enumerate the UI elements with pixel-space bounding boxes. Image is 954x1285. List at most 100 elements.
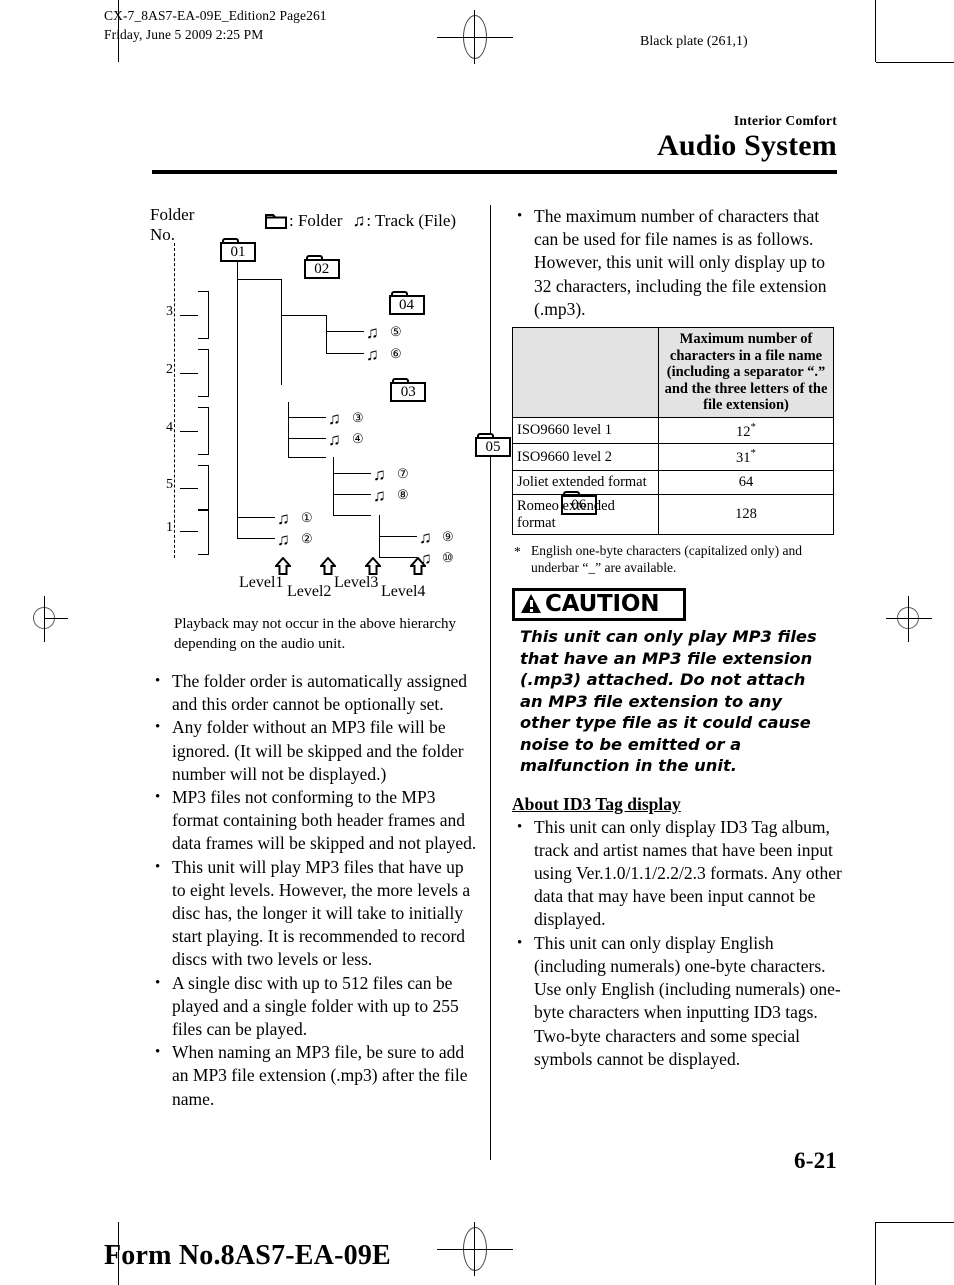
list-item: This unit can only display ID3 Tag album… — [512, 816, 842, 932]
print-timestamp: Friday, June 5 2009 2:25 PM — [104, 27, 264, 42]
tree-link-05-t8 — [333, 494, 371, 495]
table-cell-value: 31* — [658, 443, 834, 472]
folder-04: 04 — [388, 291, 425, 315]
folder-no-bracket-3 — [198, 291, 209, 339]
folder-number-4: 4 — [166, 420, 173, 435]
table-cell-label: ISO9660 level 1 — [512, 416, 659, 445]
folder-no-bracket-2 — [198, 349, 209, 397]
folder-icon-legend — [265, 212, 287, 234]
folder-no-tick-2 — [180, 373, 198, 374]
folder-01: 01 — [220, 238, 256, 262]
page-number: 6-21 — [794, 1148, 837, 1173]
footnote-star: * — [750, 447, 757, 460]
caution-label: CAUTION — [545, 591, 660, 618]
tree-trunk-03 — [288, 402, 289, 457]
folder-hierarchy-diagram: Folder No. : Folder ♫: Track (File) 3 2 … — [150, 205, 597, 575]
folder-03: 03 — [390, 378, 427, 402]
track-note-5-icon: ♫ — [366, 323, 379, 342]
section-label: Interior Comfort — [733, 113, 837, 128]
diagram-caption: Playback may not occur in the above hier… — [174, 616, 456, 652]
table-row: ISO9660 level 2 31* — [512, 443, 834, 472]
column-divider — [490, 205, 491, 1160]
form-number: Form No.8AS7-EA-09E — [104, 1240, 391, 1271]
list-item: MP3 files not conforming to the MP3 form… — [150, 786, 480, 856]
track-note-8-icon: ♫ — [373, 486, 386, 505]
track-number-2: ② — [301, 531, 313, 546]
level4-label: Level4 — [381, 583, 426, 600]
footnote-marker: * — [514, 544, 521, 560]
track-number-7: ⑦ — [397, 466, 409, 481]
tree-link-03-t3 — [288, 417, 326, 418]
track-note-4-icon: ♫ — [328, 430, 341, 449]
list-item: This unit will play MP3 files that have … — [150, 856, 480, 972]
tree-link-06-t9 — [379, 536, 417, 537]
diagram-legend: : Folder ♫: Track (File) — [265, 211, 456, 234]
track-number-3: ③ — [352, 410, 364, 425]
registration-cross-top — [437, 10, 513, 64]
level-labels: Level1 Level2 Level3 Level4 — [150, 574, 480, 601]
warning-triangle-icon — [521, 594, 541, 614]
crop-line-top-right — [875, 0, 876, 62]
crop-line-top-left — [118, 0, 119, 62]
list-item: A single disc with up to 512 files can b… — [150, 972, 480, 1042]
id3-bullet-list: This unit can only display ID3 Tag album… — [512, 816, 842, 1071]
track-number-6: ⑥ — [390, 346, 402, 361]
track-number-4: ④ — [352, 431, 364, 446]
folder-no-tick-1 — [180, 531, 198, 532]
page-title: Audio System — [657, 129, 837, 162]
folder-number-3: 3 — [166, 304, 173, 319]
registration-mark-right — [886, 596, 932, 642]
table-cell-value: 12* — [658, 416, 834, 445]
tree-link-03-05 — [288, 457, 326, 458]
track-icon-legend: ♫ — [352, 211, 366, 230]
folder-no-bracket-5 — [198, 465, 209, 511]
caution-banner: CAUTION — [512, 588, 686, 622]
tree-link-01-t2 — [237, 538, 275, 539]
table-footnote: * English one-byte characters (capitalize… — [514, 543, 803, 576]
list-item: When naming an MP3 file, be sure to add … — [150, 1041, 480, 1111]
print-file-info: CX-7_8AS7-EA-09E_Edition2 Page261 Friday… — [104, 6, 327, 44]
table-header-row: Maximum number of characters in a file n… — [512, 327, 834, 418]
table-header-value: Maximum number of characters in a file n… — [658, 327, 834, 418]
track-note-3-icon: ♫ — [328, 409, 341, 428]
folder-no-label: Folder No. — [150, 205, 195, 244]
tree-link-02-04 — [281, 315, 326, 316]
track-number-9: ⑨ — [442, 529, 454, 544]
level2-label: Level2 — [287, 583, 332, 600]
tree-trunk-05 — [333, 457, 334, 515]
right-column: The maximum number of characters that ca… — [512, 205, 842, 1071]
crop-rule-top-right — [876, 62, 954, 63]
crop-line-bottom-right — [875, 1222, 876, 1285]
caution-text: This unit can only play MP3 files that h… — [520, 627, 817, 776]
black-plate-label: Black plate (261,1) — [640, 34, 748, 49]
tree-trunk-level2 — [281, 279, 282, 385]
footnote-star: * — [750, 420, 757, 433]
folder-no-axis — [174, 243, 175, 558]
folder-02: 02 — [303, 255, 340, 279]
tree-link-01-t1 — [237, 517, 275, 518]
max-characters-bullet-list: The maximum number of characters that ca… — [512, 205, 842, 321]
track-note-7-icon: ♫ — [373, 465, 386, 484]
print-file-name: CX-7_8AS7-EA-09E_Edition2 Page261 — [104, 8, 327, 23]
folder-no-tick-4 — [180, 431, 198, 432]
track-number-8: ⑧ — [397, 487, 409, 502]
tree-trunk-04 — [326, 315, 327, 353]
list-item: The maximum number of characters that ca… — [512, 205, 842, 321]
left-column: Folder No. : Folder ♫: Track (File) 3 2 … — [150, 205, 597, 1111]
tree-link-01-02 — [237, 279, 281, 280]
table-cell-value: 64 — [658, 470, 834, 496]
folder-no-bracket-1 — [198, 509, 209, 555]
track-note-9-icon: ♫ — [419, 528, 432, 547]
id3-heading: About ID3 Tag display — [512, 793, 681, 814]
folder-number-5: 5 — [166, 477, 173, 492]
level3-label: Level3 — [334, 574, 379, 591]
folder-no-tick-3 — [180, 315, 198, 316]
tree-link-05-t7 — [333, 473, 371, 474]
registration-mark-left — [22, 596, 68, 642]
title-divider — [152, 170, 837, 174]
folder-06: 06 — [560, 491, 597, 515]
list-item: Any folder without an MP3 file will be i… — [150, 716, 480, 786]
table-header-blank — [512, 327, 659, 418]
track-note-6-icon: ♫ — [366, 345, 379, 364]
folder-no-bracket-4 — [198, 407, 209, 455]
